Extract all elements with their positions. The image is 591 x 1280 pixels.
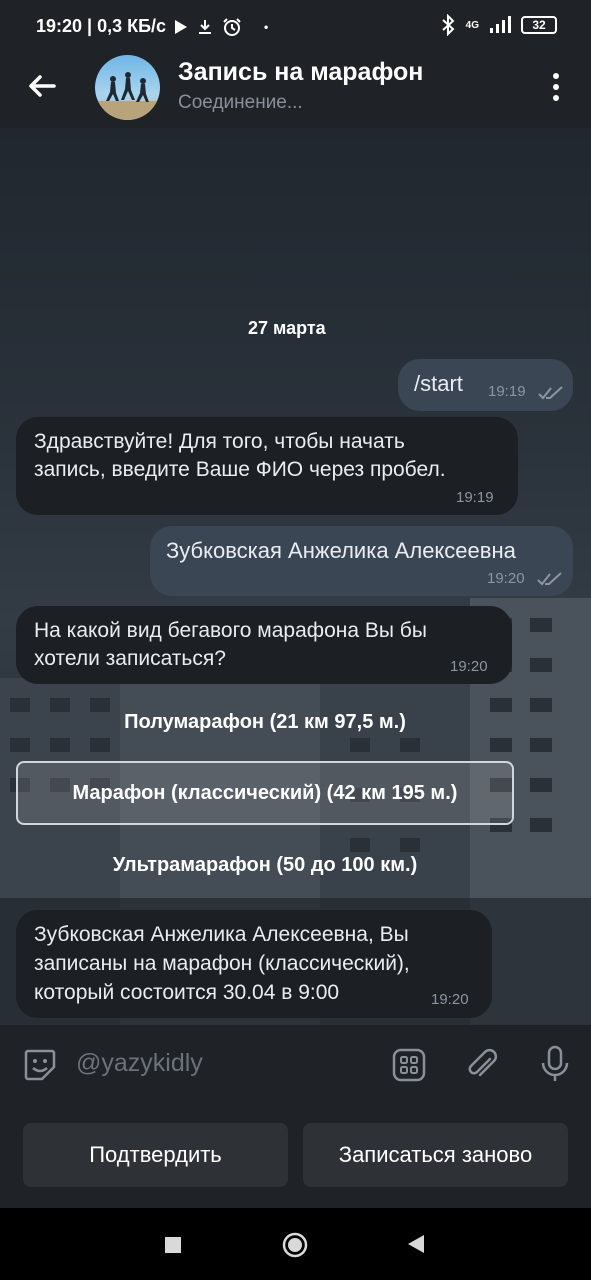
status-right: 4G 32 <box>440 14 557 36</box>
home-icon[interactable] <box>281 1231 309 1259</box>
message-outgoing[interactable]: /start 19:19 <box>398 359 573 411</box>
status-dot: • <box>264 19 269 34</box>
recents-icon[interactable] <box>163 1235 183 1255</box>
status-left: 19:20 | 0,3 КБ/с • <box>36 16 268 37</box>
message-text-line: Здравствуйте! Для того, чтобы начать <box>34 430 405 453</box>
message-text-line: запись, введите Ваше ФИО через пробел. <box>34 458 446 481</box>
message-outgoing[interactable]: Зубковская Анжелика Алексеевна 19:20 <box>150 526 573 596</box>
status-time-speed: 19:20 | 0,3 КБ/с <box>36 16 167 36</box>
restart-button[interactable]: Записаться заново <box>303 1123 568 1187</box>
inline-button-half-marathon[interactable]: Полумарафон (21 км 97,5 м.) <box>16 690 514 754</box>
inline-button-label: Ультрамарафон (50 до 100 км.) <box>112 853 418 876</box>
system-nav-bar <box>0 1208 591 1280</box>
message-incoming[interactable]: На какой вид бегавого марафона Вы бы хот… <box>16 606 512 684</box>
chat-title: Запись на марафон <box>178 58 424 86</box>
restart-button-label: Записаться заново <box>338 1142 533 1167</box>
network-type: 4G <box>465 19 479 31</box>
message-text-line: записаны на марафон (классический), <box>34 952 410 975</box>
bot-keyboard-icon[interactable] <box>391 1047 427 1083</box>
message-text-line: На какой вид бегавого марафона Вы бы <box>34 619 427 642</box>
play-icon <box>175 19 188 34</box>
inline-button-marathon[interactable]: Марафон (классический) (42 км 195 м.) <box>16 761 514 825</box>
microphone-icon[interactable] <box>540 1045 570 1083</box>
sticker-icon[interactable] <box>22 1047 58 1083</box>
message-text-line: который состоится 30.04 в 9:00 <box>34 981 340 1004</box>
bluetooth-icon <box>441 14 455 36</box>
message-time: 19:19 <box>488 383 526 400</box>
message-text: Зубковская Анжелика Алексеевна <box>166 538 516 563</box>
confirm-button[interactable]: Подтвердить <box>23 1123 288 1187</box>
confirm-button-label: Подтвердить <box>89 1142 222 1167</box>
alarm-icon <box>223 17 241 36</box>
inline-button-label: Марафон (классический) (42 км 195 м.) <box>72 781 458 804</box>
status-bar: 19:20 | 0,3 КБ/с • 4G 32 <box>0 0 591 54</box>
message-input[interactable]: @yazykidly <box>76 1049 203 1078</box>
inline-button-label: Полумарафон (21 км 97,5 м.) <box>124 710 406 733</box>
avatar[interactable] <box>95 55 160 120</box>
inline-button-ultramarathon[interactable]: Ультрамарафон (50 до 100 км.) <box>16 833 514 897</box>
message-time: 19:20 <box>450 658 488 675</box>
more-options-icon[interactable] <box>546 70 566 104</box>
read-checkmarks-icon <box>537 572 562 586</box>
download-icon <box>199 19 212 34</box>
message-text-line: хотели записаться? <box>34 647 226 670</box>
message-text: /start <box>414 371 463 396</box>
reply-keyboard: Подтвердить Записаться заново <box>0 1105 591 1208</box>
chat-status: Соединение... <box>178 92 303 113</box>
back-icon[interactable] <box>406 1233 426 1255</box>
back-arrow-icon[interactable] <box>22 66 62 106</box>
message-input-bar: @yazykidly <box>0 1025 591 1105</box>
message-time: 19:20 <box>487 570 525 587</box>
message-incoming[interactable]: Зубковская Анжелика Алексеевна, Вы запис… <box>16 910 492 1018</box>
message-text-line: Зубковская Анжелика Алексеевна, Вы <box>34 923 409 946</box>
date-separator: 27 марта <box>248 318 326 338</box>
attach-icon[interactable] <box>464 1047 500 1083</box>
signal-icon <box>490 16 511 33</box>
read-checkmarks-icon <box>538 386 563 400</box>
message-incoming[interactable]: Здравствуйте! Для того, чтобы начать зап… <box>16 417 518 515</box>
message-time: 19:20 <box>431 991 469 1008</box>
message-time: 19:19 <box>456 489 494 506</box>
chat-area[interactable]: 27 марта /start 19:19 Здравствуйте! Для … <box>0 128 591 1025</box>
runners-image <box>95 72 160 120</box>
battery-icon: 32 <box>521 16 557 34</box>
